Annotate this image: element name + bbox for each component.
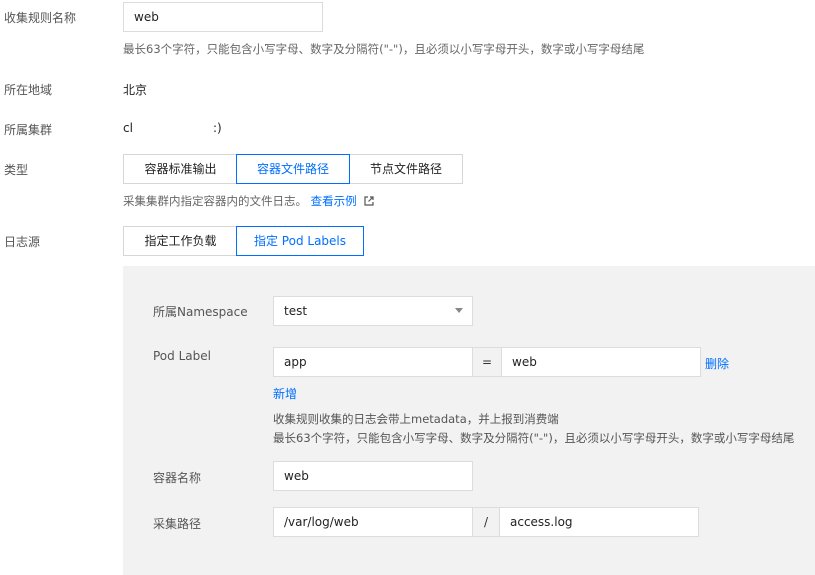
pod-label-label: Pod Label [153, 349, 211, 363]
chevron-down-icon [455, 308, 463, 313]
cluster-label: 所属集群 [4, 123, 53, 137]
namespace-select[interactable]: test [273, 296, 473, 326]
region-value: 北京 [123, 83, 148, 97]
path-label: 采集路径 [153, 517, 202, 531]
path-dir-input[interactable]: /var/log/web [273, 507, 473, 537]
type-option-node-file[interactable]: 节点文件路径 [349, 154, 463, 184]
pod-label-add-link[interactable]: 新增 [273, 385, 297, 402]
region-label: 所在地域 [4, 83, 53, 97]
pod-label-hint-metadata: 收集规则收集的日志会带上metadata，并上报到消费端 [273, 412, 559, 426]
log-source-label: 日志源 [4, 235, 41, 249]
path-separator: / [473, 507, 499, 537]
container-name-input[interactable]: web [273, 461, 473, 491]
cluster-value-prefix: cl [123, 121, 133, 135]
type-label: 类型 [4, 163, 29, 177]
pod-label-key-input[interactable]: app [273, 347, 473, 377]
type-option-stdout[interactable]: 容器标准输出 [123, 154, 238, 184]
pod-label-value-input[interactable]: web [501, 347, 701, 377]
path-file-input[interactable]: access.log [499, 507, 699, 537]
type-hint: 采集集群内指定容器内的文件日志。 查看示例 [123, 193, 374, 209]
external-link-icon[interactable] [364, 195, 374, 209]
namespace-select-value: test [284, 304, 308, 318]
log-source-option-workload[interactable]: 指定工作负载 [123, 226, 238, 256]
pod-label-hint-format: 最长63个字符，只能包含小写字母、数字及分隔符("-")，且必须以小写字母开头，… [273, 431, 795, 445]
pod-label-delete-link[interactable]: 删除 [705, 355, 729, 372]
type-option-container-file[interactable]: 容器文件路径 [236, 154, 350, 184]
rule-name-input[interactable]: web [123, 2, 323, 32]
rule-name-label: 收集规则名称 [4, 11, 77, 25]
log-source-option-pod-labels[interactable]: 指定 Pod Labels [236, 226, 364, 256]
rule-name-hint: 最长63个字符，只能包含小写字母、数字及分隔符("-")，且必须以小写字母开头，… [123, 42, 645, 56]
view-example-link[interactable]: 查看示例 [311, 194, 357, 208]
cluster-value-suffix: :) [213, 121, 222, 135]
namespace-label: 所属Namespace [153, 305, 248, 319]
type-hint-text: 采集集群内指定容器内的文件日志。 [123, 194, 307, 208]
pod-label-operator: = [473, 347, 501, 377]
container-name-label: 容器名称 [153, 471, 202, 485]
